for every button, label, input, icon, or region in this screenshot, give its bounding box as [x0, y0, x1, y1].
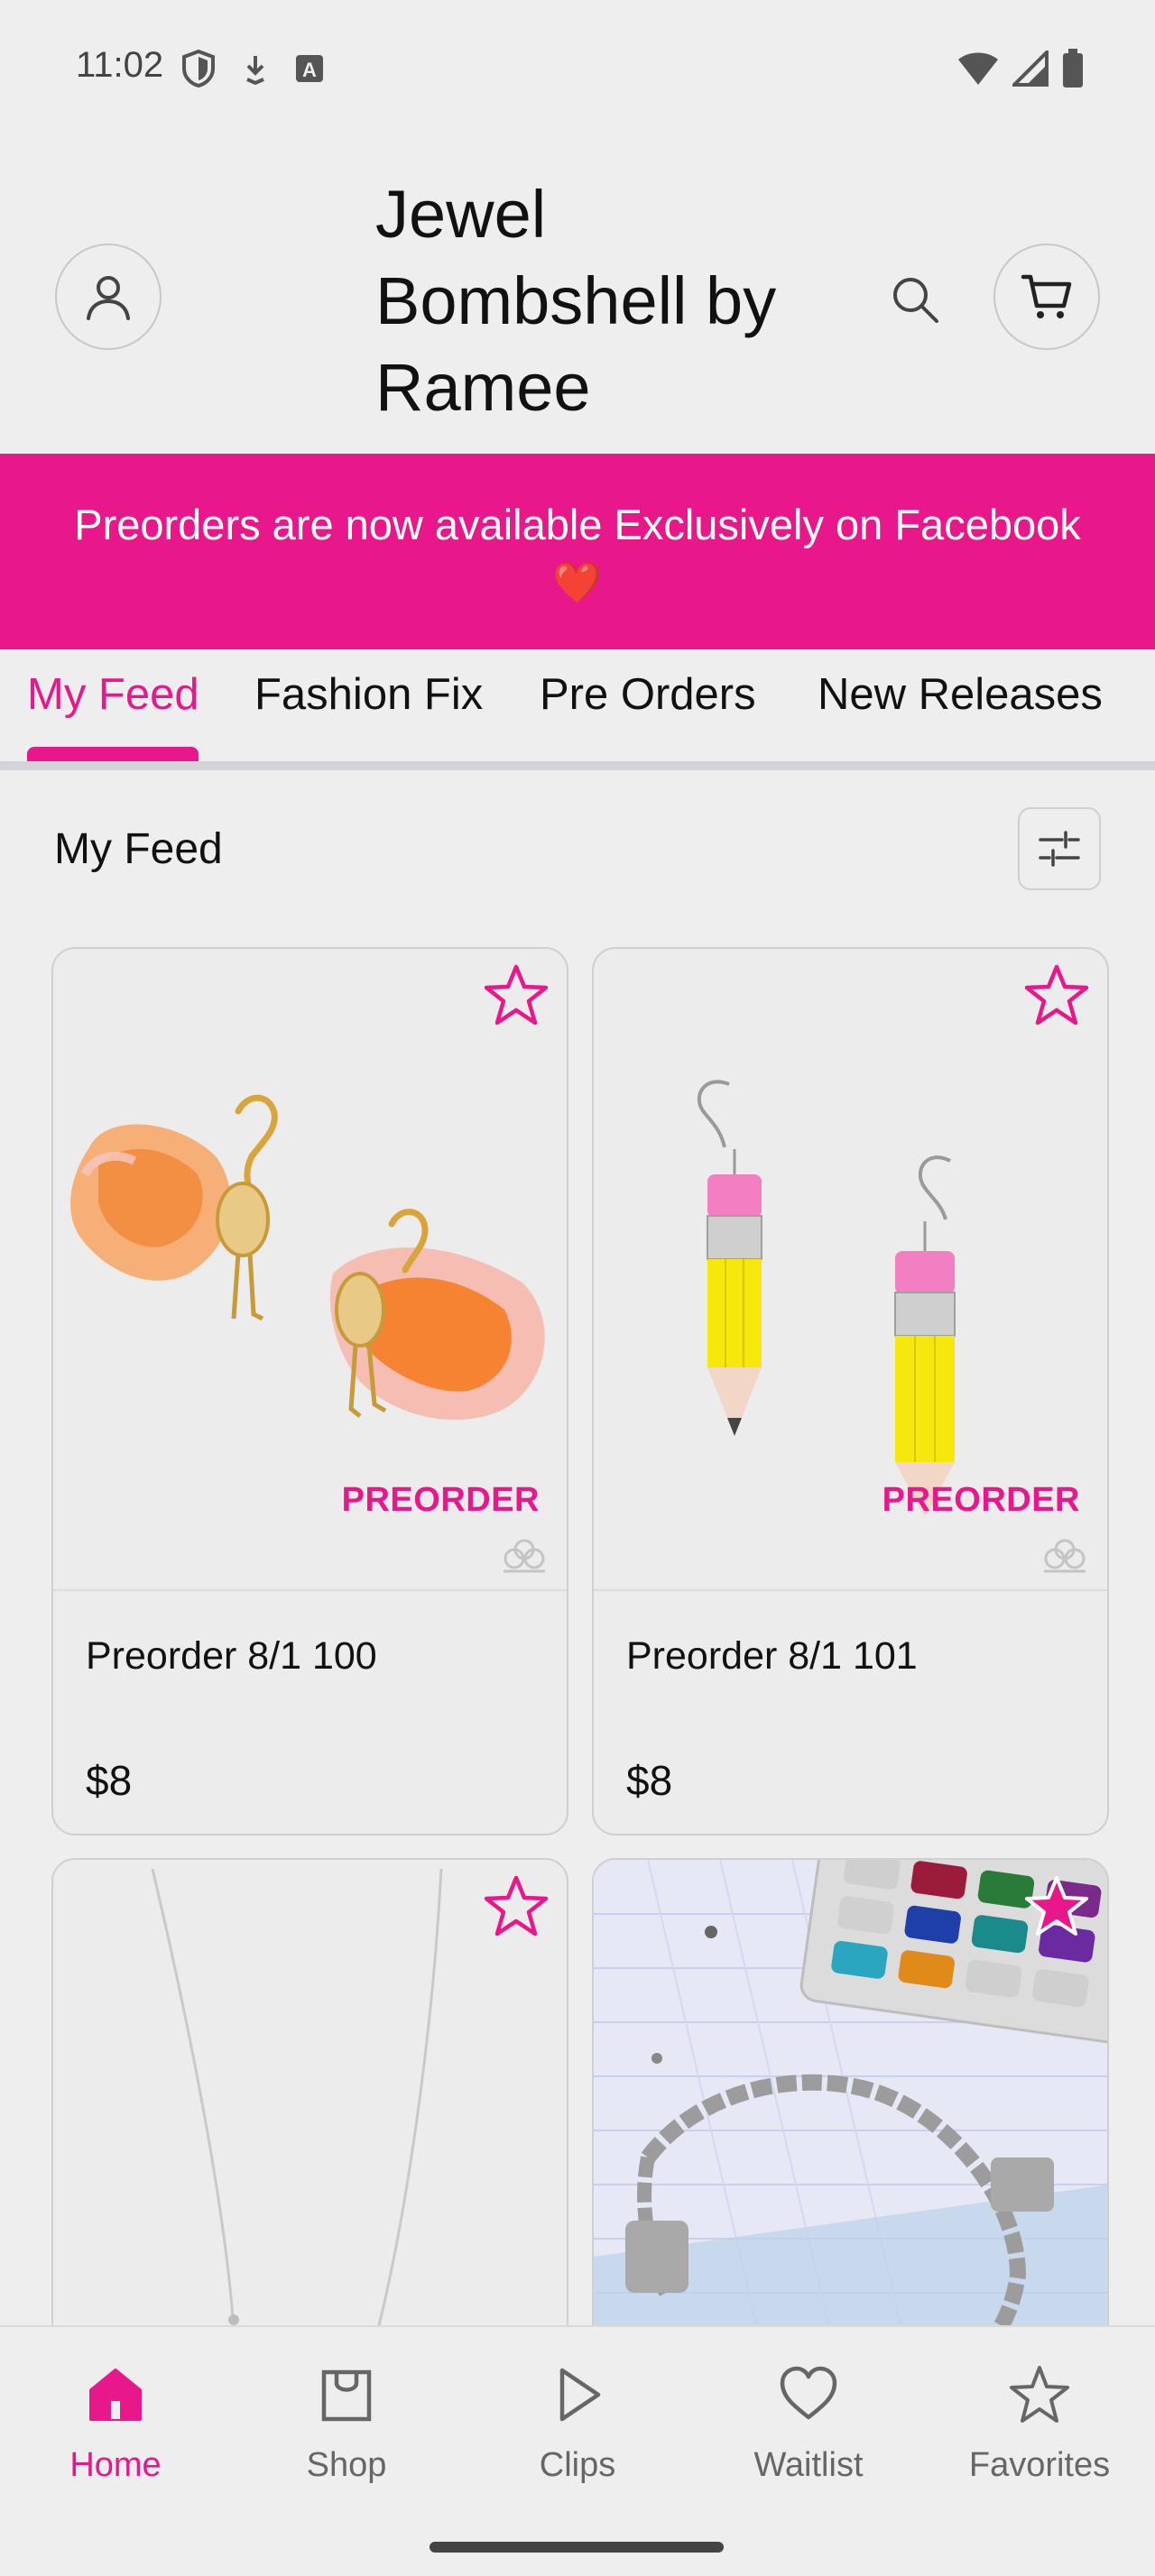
favorite-star-icon[interactable] [480, 1871, 552, 1943]
nav-home-label: Home [69, 2446, 162, 2484]
feed-header: My Feed [0, 785, 1155, 920]
tab-my-feed[interactable]: My Feed [27, 669, 199, 720]
filter-button[interactable] [1018, 807, 1101, 890]
user-icon [87, 276, 130, 320]
tab-fashion-fix[interactable]: Fashion Fix [254, 669, 483, 720]
status-icons-left: A [180, 49, 325, 88]
heart-emoji: ❤️ [552, 560, 603, 605]
active-tab-indicator [27, 747, 199, 761]
card-divider [53, 1589, 567, 1591]
tabs-divider [0, 761, 1155, 770]
product-card[interactable]: PREORDER Preorder 8/1 100 $8 [51, 947, 568, 1835]
download-icon [246, 56, 264, 85]
nav-favorites[interactable]: Favorites [949, 2363, 1130, 2485]
brand-logo-icon [1044, 1539, 1086, 1573]
search-button[interactable] [882, 267, 947, 332]
signal-icon [1012, 51, 1049, 87]
home-icon [89, 2369, 142, 2421]
nav-waitlist-label: Waitlist [753, 2446, 864, 2484]
tab-bar: My Feed Fashion Fix Pre Orders New Relea… [0, 649, 1155, 772]
status-bar: 11:02 A [0, 0, 1155, 135]
play-icon [559, 2368, 601, 2422]
app-header: Jewel Bombshell by Ramee [0, 135, 1155, 454]
nav-home[interactable]: Home [25, 2363, 206, 2485]
product-name[interactable]: Preorder 8/1 101 [626, 1634, 918, 1679]
bottom-navigation: Home Shop Clips Waitlist Favorites [0, 2325, 1155, 2576]
nav-shop[interactable]: Shop [256, 2363, 437, 2485]
feed-title: My Feed [54, 825, 223, 873]
svg-text:A: A [302, 59, 317, 81]
shield-icon [182, 49, 215, 88]
brand-logo-icon [504, 1539, 545, 1573]
announcement-banner: Preorders are now available Exclusively … [0, 454, 1155, 649]
star-icon [1010, 2366, 1069, 2423]
store-title: Jewel Bombshell by Ramee [375, 177, 777, 425]
product-price: $8 [86, 1757, 133, 1804]
keyboard-a-icon: A [296, 55, 323, 82]
sliders-icon [1039, 831, 1080, 867]
product-name[interactable]: Preorder 8/1 100 [86, 1634, 377, 1679]
tab-new-releases[interactable]: New Releases [818, 669, 1103, 720]
cart-button[interactable] [993, 244, 1100, 350]
cart-icon [1021, 274, 1072, 318]
tab-pre-orders[interactable]: Pre Orders [540, 669, 756, 720]
status-time: 11:02 [76, 45, 164, 85]
preorder-badge: PREORDER [341, 1481, 540, 1519]
product-card[interactable] [592, 1858, 1109, 2399]
wifi-icon [958, 52, 998, 85]
favorite-star-icon[interactable] [1021, 960, 1093, 1032]
battery-icon [1063, 49, 1083, 87]
home-indicator[interactable] [430, 2542, 724, 2553]
favorite-star-icon[interactable] [480, 960, 552, 1032]
product-card[interactable] [51, 1858, 568, 2399]
bag-icon [321, 2369, 372, 2422]
card-divider [594, 1589, 1107, 1591]
nav-shop-label: Shop [306, 2446, 387, 2484]
nav-favorites-label: Favorites [968, 2446, 1111, 2484]
favorite-star-icon[interactable] [1021, 1871, 1093, 1943]
search-icon [893, 278, 938, 323]
nav-waitlist[interactable]: Waitlist [718, 2363, 899, 2485]
banner-text: Preorders are now available Exclusively … [74, 500, 1081, 548]
status-icons-right [956, 49, 1085, 88]
profile-button[interactable] [55, 244, 162, 350]
nav-clips-label: Clips [539, 2446, 616, 2484]
nav-clips[interactable]: Clips [487, 2363, 668, 2485]
product-card[interactable]: PREORDER Preorder 8/1 101 $8 [592, 947, 1109, 1835]
preorder-badge: PREORDER [882, 1481, 1080, 1519]
product-price: $8 [626, 1757, 673, 1804]
heart-icon [780, 2366, 837, 2420]
